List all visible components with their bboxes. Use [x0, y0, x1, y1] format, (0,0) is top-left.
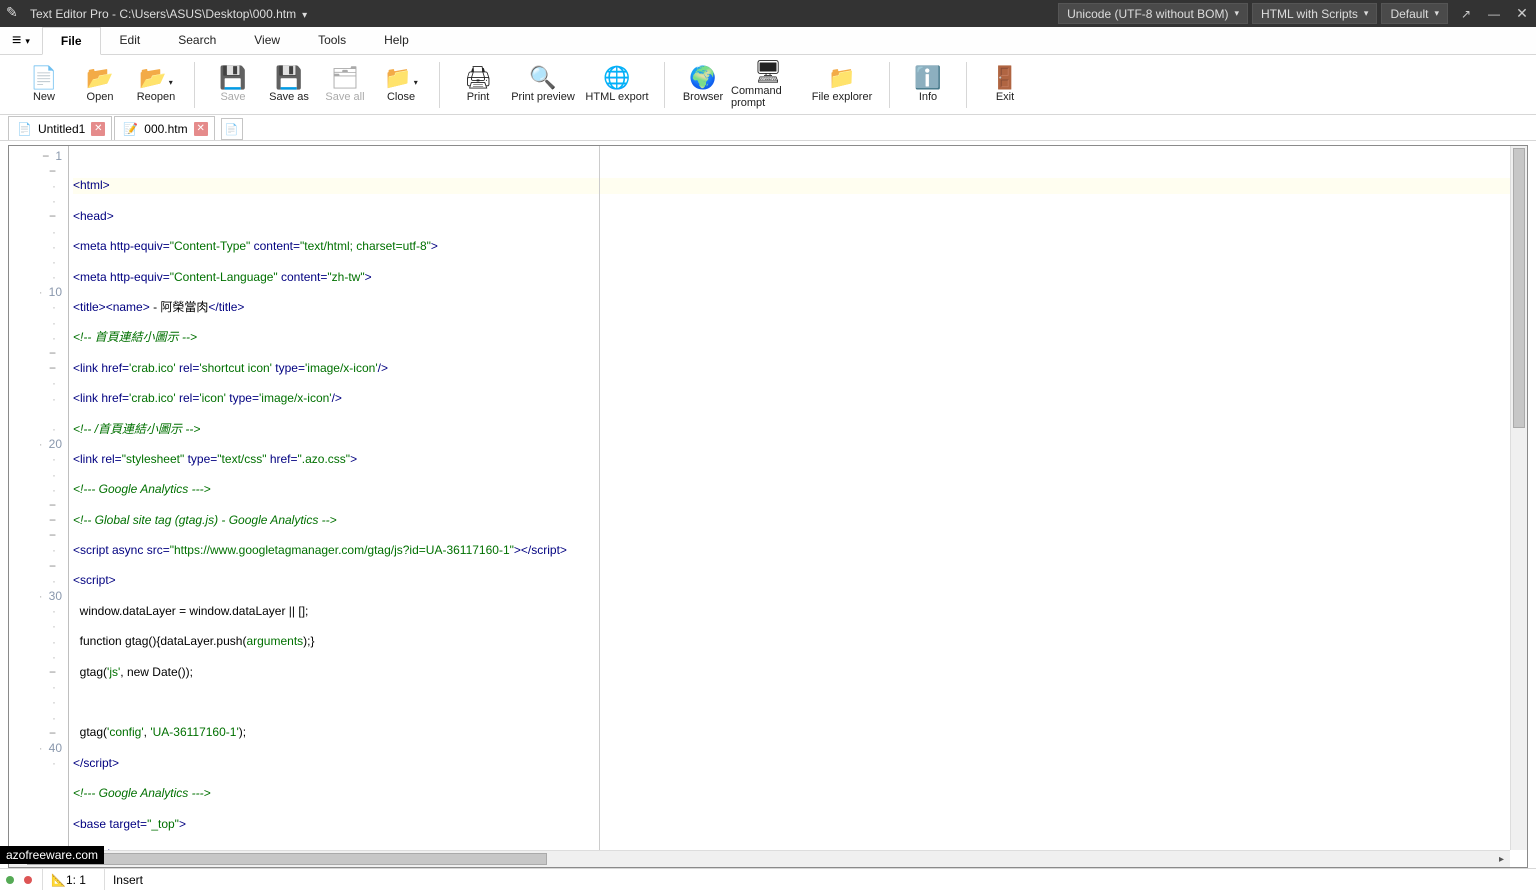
exit-icon: 🚪 — [991, 67, 1018, 89]
unpin-button[interactable]: ↗ — [1452, 0, 1480, 27]
save-button[interactable]: 💾Save — [205, 55, 261, 114]
cmd-icon: 🖥 — [754, 61, 782, 83]
saveas-button[interactable]: 💾Save as — [261, 55, 317, 114]
file-icon: 📄 — [17, 122, 32, 136]
horizontal-scrollbar[interactable]: ◂▸ — [9, 850, 1510, 867]
new-icon: 📄 — [30, 67, 57, 89]
cmd-button[interactable]: 🖥Command prompt — [731, 55, 805, 114]
status-bar: 📐 1: 1 Insert — [0, 868, 1536, 890]
close-icon: 📁▾ — [384, 67, 417, 89]
ribbon: 📄New 📂Open 📂▾Reopen 💾Save 💾Save as 🗂Save… — [0, 55, 1536, 115]
window-title: Text Editor Pro - C:\Users\ASUS\Desktop\… — [30, 7, 317, 21]
file-icon: 📝 — [123, 122, 138, 136]
browser-button[interactable]: 🌍Browser — [675, 55, 731, 114]
status-dot-red — [24, 876, 32, 884]
info-icon: ℹ️ — [914, 67, 941, 89]
close-tab-icon[interactable]: ✕ — [194, 122, 208, 136]
minimize-button[interactable]: — — [1480, 0, 1508, 27]
exit-button[interactable]: 🚪Exit — [977, 55, 1033, 114]
file-explorer-button[interactable]: 📁File explorer — [805, 55, 879, 114]
insert-mode: Insert — [104, 869, 151, 890]
html-icon: 🌐 — [603, 67, 630, 89]
close-button[interactable]: ✕ — [1508, 0, 1536, 27]
browser-icon: 🌍 — [689, 67, 716, 89]
menu-tools[interactable]: Tools — [299, 26, 365, 54]
vertical-scrollbar[interactable] — [1510, 146, 1527, 850]
info-button[interactable]: ℹ️Info — [900, 55, 956, 114]
open-button[interactable]: 📂Open — [72, 55, 128, 114]
reopen-icon: 📂▾ — [139, 67, 172, 89]
watermark: azofreeware.com — [0, 846, 104, 864]
doctab-000[interactable]: 📝000.htm✕ — [114, 116, 214, 140]
titlebar: ✎ Text Editor Pro - C:\Users\ASUS\Deskto… — [0, 0, 1536, 27]
new-button[interactable]: 📄New — [16, 55, 72, 114]
doctab-untitled[interactable]: 📄Untitled1✕ — [8, 116, 112, 140]
open-icon: 📂 — [86, 67, 113, 89]
print-preview-button[interactable]: 🔍Print preview — [506, 55, 580, 114]
menu-edit[interactable]: Edit — [101, 26, 160, 54]
code-area[interactable]: <html> <head> <meta http-equiv="Content-… — [69, 146, 1527, 867]
hamburger-menu[interactable]: ≡ ▾ — [0, 28, 42, 54]
saveas-icon: 💾 — [275, 67, 302, 89]
saveall-button[interactable]: 🗂Save all — [317, 55, 373, 114]
menu-file[interactable]: File — [42, 27, 101, 55]
highlight-dropdown[interactable]: Default▾ — [1381, 3, 1448, 24]
encoding-dropdown[interactable]: Unicode (UTF-8 without BOM)▾ — [1058, 3, 1248, 24]
menu-search[interactable]: Search — [159, 26, 235, 54]
html-export-button[interactable]: 🌐HTML export — [580, 55, 654, 114]
new-tab-button[interactable]: 📄 — [221, 118, 243, 140]
print-button[interactable]: 🖨Print — [450, 55, 506, 114]
menu-help[interactable]: Help — [365, 26, 428, 54]
preview-icon: 🔍 — [529, 67, 556, 89]
close-tab-icon[interactable]: ✕ — [91, 122, 105, 136]
saveall-icon: 🗂 — [331, 67, 359, 89]
status-dot-green — [6, 876, 14, 884]
close-file-button[interactable]: 📁▾Close — [373, 55, 429, 114]
save-icon: 💾 — [219, 67, 246, 89]
editor: 1 10 20 30 40 <html> <head> <meta http-e… — [8, 145, 1528, 868]
app-icon: ✎ — [6, 4, 26, 24]
print-icon: 🖨 — [464, 67, 492, 89]
cursor-position: 📐 1: 1 — [42, 869, 94, 890]
reopen-button[interactable]: 📂▾Reopen — [128, 55, 184, 114]
document-tabs: 📄Untitled1✕ 📝000.htm✕ 📄 — [0, 115, 1536, 141]
language-dropdown[interactable]: HTML with Scripts▾ — [1252, 3, 1377, 24]
gutter: 1 10 20 30 40 — [9, 146, 69, 867]
file-explorer-icon: 📁 — [828, 67, 855, 89]
menu-view[interactable]: View — [235, 26, 299, 54]
menu-bar: ≡ ▾ File Edit Search View Tools Help — [0, 27, 1536, 55]
